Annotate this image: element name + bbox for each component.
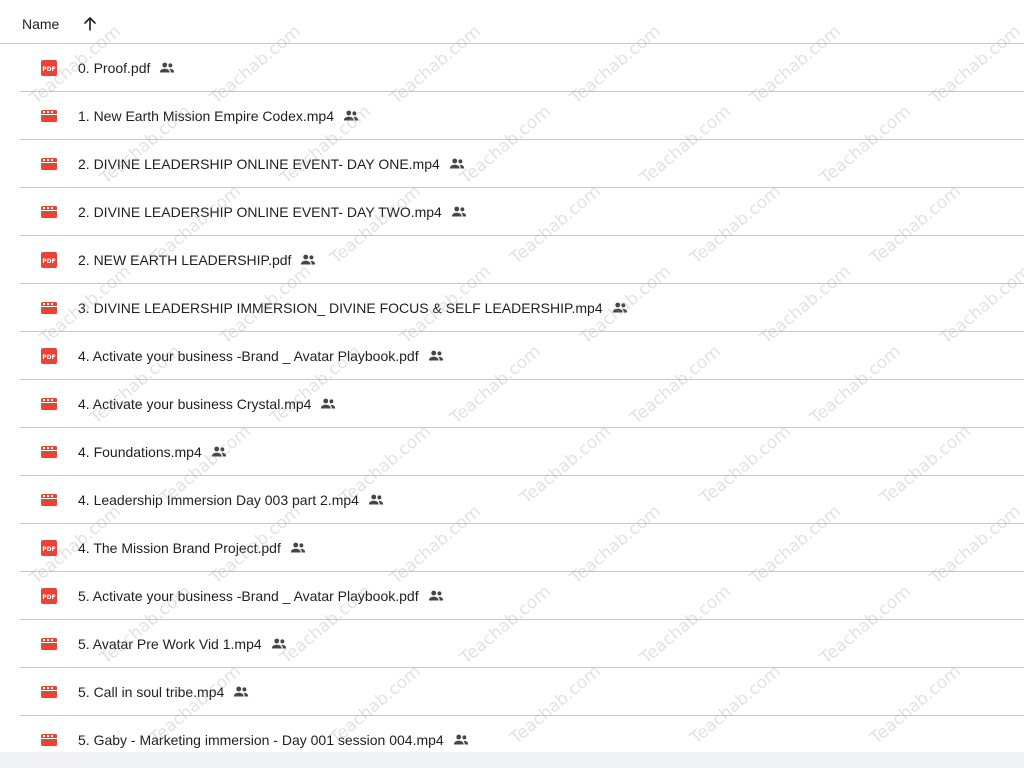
file-row[interactable]: 1. New Earth Mission Empire Codex.mp4 xyxy=(20,92,1024,140)
file-row[interactable]: 2. DIVINE LEADERSHIP ONLINE EVENT- DAY T… xyxy=(20,188,1024,236)
file-name: 5. Gaby - Marketing immersion - Day 001 … xyxy=(78,731,470,749)
shared-people-icon xyxy=(160,62,175,73)
file-name-label: 1. New Earth Mission Empire Codex.mp4 xyxy=(78,108,334,124)
video-icon xyxy=(41,734,57,746)
file-row[interactable]: PDF 2. NEW EARTH LEADERSHIP.pdf xyxy=(20,236,1024,284)
list-header: Name xyxy=(0,0,1024,44)
file-row[interactable]: PDF 4. Activate your business -Brand _ Av… xyxy=(20,332,1024,380)
file-row[interactable]: 4. Foundations.mp4 xyxy=(20,428,1024,476)
video-icon xyxy=(41,446,57,458)
file-row[interactable]: PDF 4. The Mission Brand Project.pdf xyxy=(20,524,1024,572)
shared-people-icon xyxy=(290,542,305,553)
file-name: 5. Activate your business -Brand _ Avata… xyxy=(78,587,445,605)
file-name-label: 3. DIVINE LEADERSHIP IMMERSION_ DIVINE F… xyxy=(78,300,603,316)
file-name-label: 2. NEW EARTH LEADERSHIP.pdf xyxy=(78,252,292,268)
file-name-label: 4. Activate your business Crystal.mp4 xyxy=(78,396,312,412)
file-name: 2. DIVINE LEADERSHIP ONLINE EVENT- DAY O… xyxy=(78,155,466,173)
video-icon xyxy=(41,686,57,698)
file-name: 4. Foundations.mp4 xyxy=(78,443,228,461)
name-column-header[interactable]: Name xyxy=(22,15,59,33)
file-name-label: 0. Proof.pdf xyxy=(78,60,151,76)
file-row[interactable]: 4. Leadership Immersion Day 003 part 2.m… xyxy=(20,476,1024,524)
file-name: 5. Avatar Pre Work Vid 1.mp4 xyxy=(78,635,288,653)
video-icon xyxy=(41,206,57,218)
video-icon xyxy=(41,638,57,650)
pdf-icon: PDF xyxy=(41,540,57,556)
shared-people-icon xyxy=(612,302,627,313)
video-icon xyxy=(41,302,57,314)
file-name: 2. DIVINE LEADERSHIP ONLINE EVENT- DAY T… xyxy=(78,203,468,221)
file-list: PDF 0. Proof.pdf 1. New Earth Mission Empi… xyxy=(0,44,1024,764)
shared-people-icon xyxy=(449,158,464,169)
file-row[interactable]: 5. Call in soul tribe.mp4 xyxy=(20,668,1024,716)
video-icon xyxy=(41,398,57,410)
file-name-label: 4. Foundations.mp4 xyxy=(78,444,202,460)
svg-text:PDF: PDF xyxy=(42,546,55,553)
file-name-label: 2. DIVINE LEADERSHIP ONLINE EVENT- DAY O… xyxy=(78,156,440,172)
video-icon xyxy=(41,158,57,170)
file-row[interactable]: 4. Activate your business Crystal.mp4 xyxy=(20,380,1024,428)
shared-people-icon xyxy=(301,254,316,265)
file-name: 5. Call in soul tribe.mp4 xyxy=(78,683,250,701)
shared-people-icon xyxy=(451,206,466,217)
file-name: 4. Activate your business Crystal.mp4 xyxy=(78,395,337,413)
svg-text:PDF: PDF xyxy=(42,66,55,73)
shared-people-icon xyxy=(211,446,226,457)
shared-people-icon xyxy=(453,734,468,745)
pdf-icon: PDF xyxy=(41,252,57,268)
shared-people-icon xyxy=(368,494,384,505)
pdf-icon: PDF xyxy=(41,60,57,76)
pdf-icon: PDF xyxy=(41,588,57,604)
file-name: 3. DIVINE LEADERSHIP IMMERSION_ DIVINE F… xyxy=(78,299,629,317)
file-row[interactable]: 5. Avatar Pre Work Vid 1.mp4 xyxy=(20,620,1024,668)
file-name-label: 4. Activate your business -Brand _ Avata… xyxy=(78,348,419,364)
file-name-label: 4. The Mission Brand Project.pdf xyxy=(78,540,281,556)
shared-people-icon xyxy=(321,398,336,409)
file-name-label: 5. Activate your business -Brand _ Avata… xyxy=(78,588,419,604)
file-name-label: 4. Leadership Immersion Day 003 part 2.m… xyxy=(78,492,359,508)
file-name: 4. Activate your business -Brand _ Avata… xyxy=(78,347,445,365)
shared-people-icon xyxy=(428,350,443,361)
file-row[interactable]: PDF 0. Proof.pdf xyxy=(20,44,1024,92)
svg-text:PDF: PDF xyxy=(42,258,55,265)
video-icon xyxy=(41,494,57,506)
video-icon xyxy=(41,110,57,122)
arrow-up-icon xyxy=(84,17,96,31)
pdf-icon: PDF xyxy=(41,348,57,364)
file-row[interactable]: 3. DIVINE LEADERSHIP IMMERSION_ DIVINE F… xyxy=(20,284,1024,332)
file-name: 0. Proof.pdf xyxy=(78,59,176,77)
file-name-label: 5. Call in soul tribe.mp4 xyxy=(78,684,225,700)
svg-text:PDF: PDF xyxy=(42,594,55,601)
file-name: 1. New Earth Mission Empire Codex.mp4 xyxy=(78,107,360,125)
shared-people-icon xyxy=(234,686,249,697)
file-name-label: 5. Avatar Pre Work Vid 1.mp4 xyxy=(78,636,262,652)
file-name: 2. NEW EARTH LEADERSHIP.pdf xyxy=(78,251,317,269)
file-row[interactable]: PDF 5. Activate your business -Brand _ Av… xyxy=(20,572,1024,620)
shared-people-icon xyxy=(343,110,359,121)
file-row[interactable]: 2. DIVINE LEADERSHIP ONLINE EVENT- DAY O… xyxy=(20,140,1024,188)
svg-text:PDF: PDF xyxy=(42,354,55,361)
file-name-label: 2. DIVINE LEADERSHIP ONLINE EVENT- DAY T… xyxy=(78,204,442,220)
file-name: 4. The Mission Brand Project.pdf xyxy=(78,539,307,557)
shared-people-icon xyxy=(271,638,286,649)
file-name-label: 5. Gaby - Marketing immersion - Day 001 … xyxy=(78,732,444,748)
shared-people-icon xyxy=(428,590,443,601)
file-name: 4. Leadership Immersion Day 003 part 2.m… xyxy=(78,491,385,509)
sort-ascending-button[interactable] xyxy=(78,12,102,36)
bottom-bar xyxy=(0,752,1024,768)
